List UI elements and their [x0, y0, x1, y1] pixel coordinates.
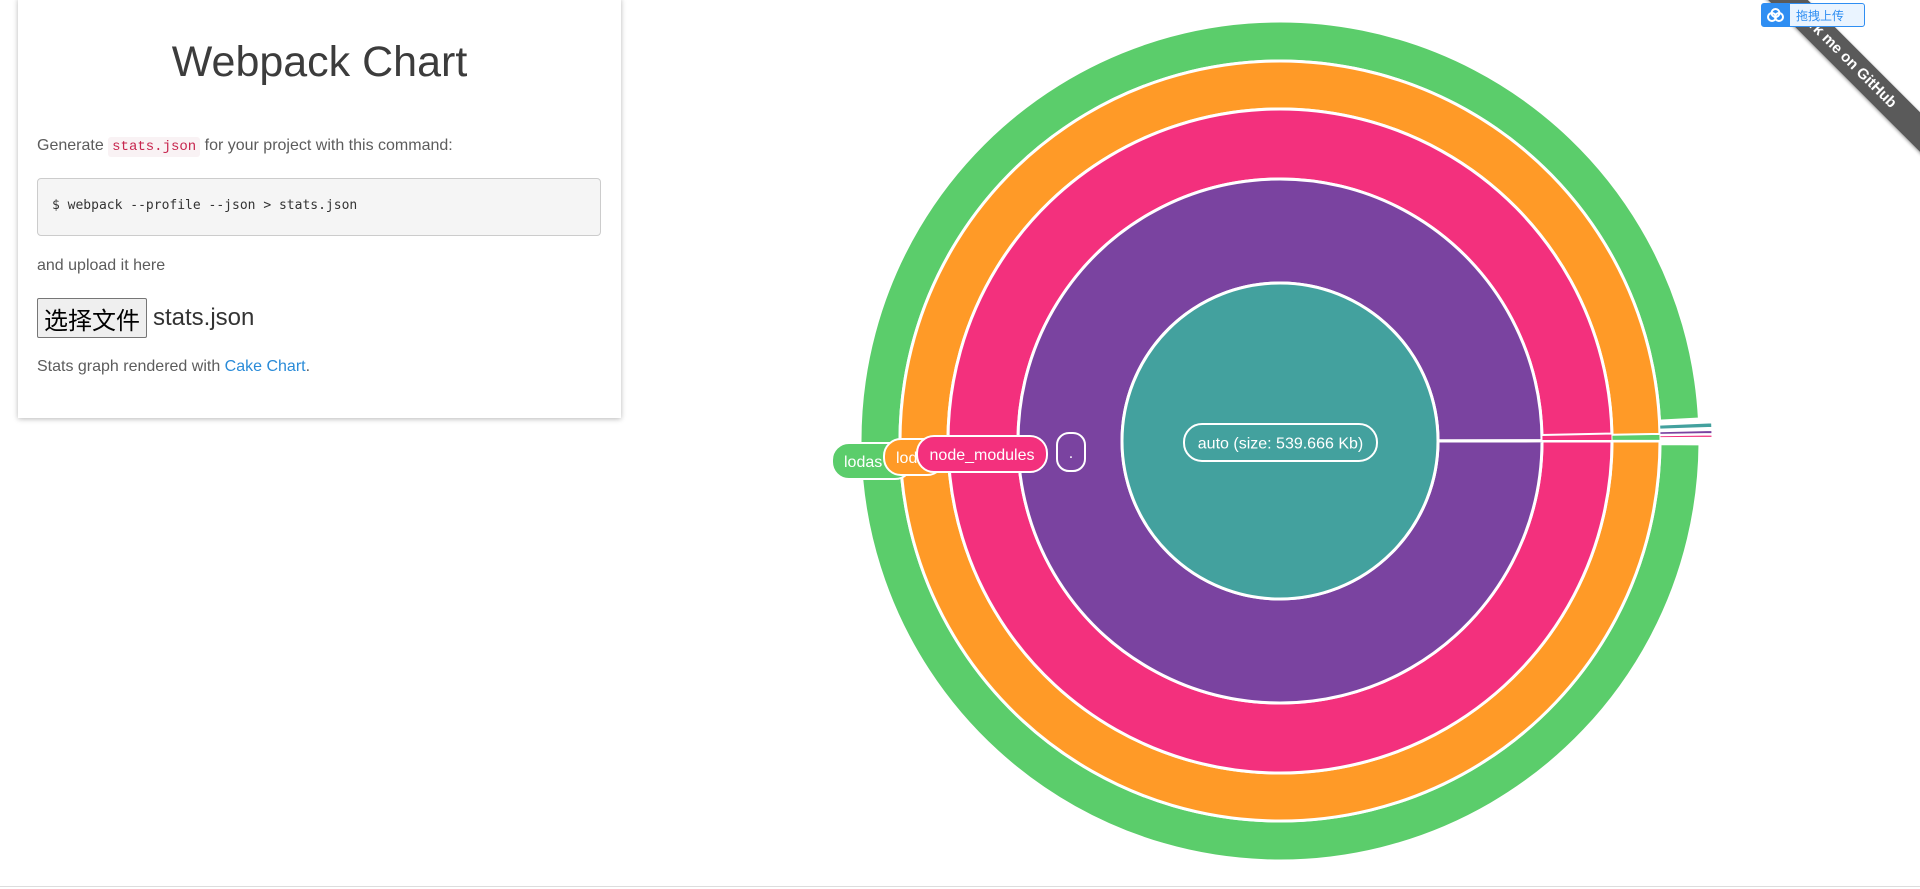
small-slice-4[interactable] [1659, 434, 1713, 439]
drag-upload-badge[interactable]: 拖拽上传 [1761, 3, 1865, 27]
svg-text:.: . [1069, 445, 1073, 462]
svg-text:node_modules: node_modules [930, 447, 1035, 464]
cloud-upload-icon [1762, 4, 1790, 26]
label-node-modules: node_modules [916, 435, 1048, 473]
svg-text:lod: lod [896, 450, 917, 467]
sunburst-chart[interactable]: auto (size: 539.666 Kb) lodas lod node_m… [0, 0, 1920, 889]
small-slice-3[interactable] [1659, 429, 1713, 435]
small-slice-2[interactable] [1659, 422, 1713, 430]
drag-upload-label: 拖拽上传 [1796, 8, 1845, 23]
svg-text:auto (size: 539.666 Kb): auto (size: 539.666 Kb) [1198, 436, 1363, 453]
bottom-divider [0, 886, 1920, 887]
label-dot: . [1056, 432, 1086, 472]
svg-text:lodas: lodas [844, 454, 882, 471]
root-label: auto (size: 539.666 Kb) [1183, 423, 1378, 462]
small-slice-1[interactable] [1611, 433, 1661, 441]
small-slice-0[interactable] [1541, 433, 1613, 442]
